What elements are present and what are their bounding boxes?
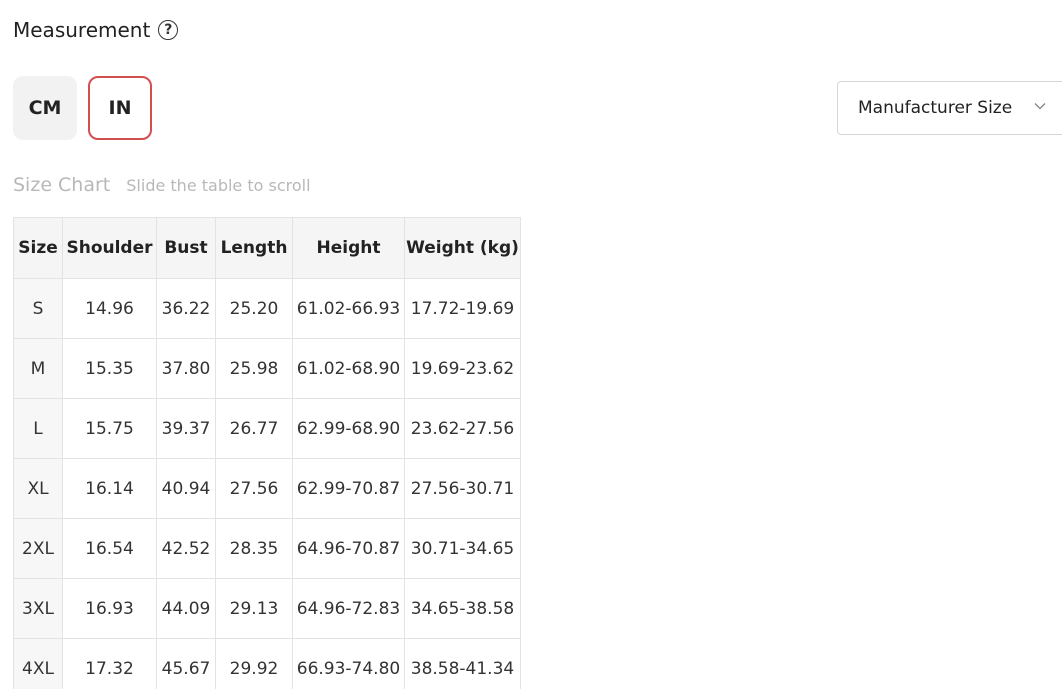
table-cell: 16.14 <box>62 458 157 519</box>
table-cell: 28.35 <box>215 518 293 579</box>
table-cell: 16.54 <box>62 518 157 579</box>
table-cell: 26.77 <box>215 398 293 459</box>
table-cell: 42.52 <box>156 518 216 579</box>
table-row: XL 16.14 40.94 27.56 62.99-70.87 27.56-3… <box>13 458 521 519</box>
table-cell: 17.32 <box>62 638 157 689</box>
table-cell: 15.75 <box>62 398 157 459</box>
column-header-size: Size <box>13 217 63 279</box>
table-cell: 64.96-70.87 <box>292 518 405 579</box>
table-cell: 25.20 <box>215 278 293 339</box>
table-cell: 29.13 <box>215 578 293 639</box>
table-cell: 66.93-74.80 <box>292 638 405 689</box>
size-chart-title: Size Chart <box>13 174 111 196</box>
scroll-hint: Slide the table to scroll <box>126 176 311 195</box>
table-cell: 40.94 <box>156 458 216 519</box>
table-cell: 44.09 <box>156 578 216 639</box>
column-header-shoulder: Shoulder <box>62 217 157 279</box>
table-row: 3XL 16.93 44.09 29.13 64.96-72.83 34.65-… <box>13 578 521 639</box>
unit-cm-button[interactable]: CM <box>13 76 77 140</box>
table-cell: S <box>13 278 63 339</box>
table-cell: 14.96 <box>62 278 157 339</box>
table-cell: 4XL <box>13 638 63 689</box>
table-cell: M <box>13 338 63 399</box>
table-cell: 39.37 <box>156 398 216 459</box>
table-cell: XL <box>13 458 63 519</box>
table-cell: 3XL <box>13 578 63 639</box>
unit-in-button[interactable]: IN <box>88 76 152 140</box>
table-cell: 23.62-27.56 <box>404 398 521 459</box>
page-title: Measurement <box>13 18 151 42</box>
table-cell: 64.96-72.83 <box>292 578 405 639</box>
table-cell: 38.58-41.34 <box>404 638 521 689</box>
table-cell: 2XL <box>13 518 63 579</box>
column-header-bust: Bust <box>156 217 216 279</box>
table-cell: 36.22 <box>156 278 216 339</box>
table-row: M 15.35 37.80 25.98 61.02-68.90 19.69-23… <box>13 338 521 399</box>
table-header-row: Size Shoulder Bust Length Height Weight … <box>13 217 521 279</box>
table-row: L 15.75 39.37 26.77 62.99-68.90 23.62-27… <box>13 398 521 459</box>
table-cell: 16.93 <box>62 578 157 639</box>
table-cell: 27.56 <box>215 458 293 519</box>
table-cell: 27.56-30.71 <box>404 458 521 519</box>
table-cell: 45.67 <box>156 638 216 689</box>
size-chart-caption: Size Chart Slide the table to scroll <box>13 174 311 196</box>
size-type-select[interactable]: Manufacturer Size <box>837 81 1062 135</box>
table-cell: 19.69-23.62 <box>404 338 521 399</box>
table-row: S 14.96 36.22 25.20 61.02-66.93 17.72-19… <box>13 278 521 339</box>
column-header-weight: Weight (kg) <box>404 217 521 279</box>
column-header-length: Length <box>215 217 293 279</box>
table-cell: 25.98 <box>215 338 293 399</box>
table-cell: 29.92 <box>215 638 293 689</box>
table-row: 4XL 17.32 45.67 29.92 66.93-74.80 38.58-… <box>13 638 521 689</box>
table-cell: 61.02-68.90 <box>292 338 405 399</box>
size-table-scroll-area[interactable]: Size Shoulder Bust Length Height Weight … <box>13 217 522 689</box>
table-cell: 62.99-70.87 <box>292 458 405 519</box>
table-cell: L <box>13 398 63 459</box>
table-cell: 17.72-19.69 <box>404 278 521 339</box>
measurement-header: Measurement ? <box>13 18 179 42</box>
table-cell: 37.80 <box>156 338 216 399</box>
table-cell: 62.99-68.90 <box>292 398 405 459</box>
table-cell: 34.65-38.58 <box>404 578 521 639</box>
size-type-select-value: Manufacturer Size <box>858 98 1013 118</box>
table-cell: 61.02-66.93 <box>292 278 405 339</box>
column-header-height: Height <box>292 217 405 279</box>
table-cell: 30.71-34.65 <box>404 518 521 579</box>
help-icon[interactable]: ? <box>158 20 179 40</box>
chevron-down-icon <box>1034 103 1046 110</box>
table-cell: 15.35 <box>62 338 157 399</box>
size-table: Size Shoulder Bust Length Height Weight … <box>13 217 521 689</box>
table-row: 2XL 16.54 42.52 28.35 64.96-70.87 30.71-… <box>13 518 521 579</box>
